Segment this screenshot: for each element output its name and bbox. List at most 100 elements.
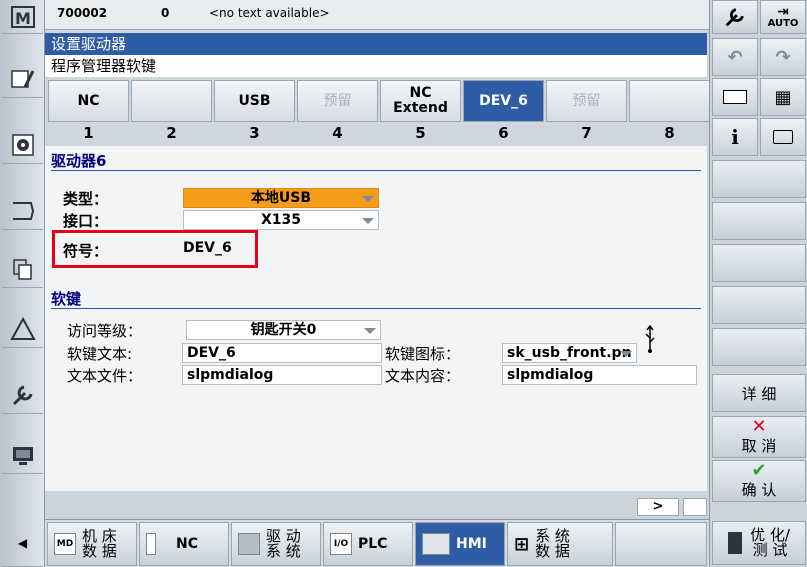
softkey-icon-select[interactable]: sk_usb_front.pn [502, 343, 637, 363]
ok-softkey[interactable]: ✔ 确 认 [712, 460, 806, 502]
machine-data-softkey[interactable]: MD 机 床 数 据 [47, 522, 137, 566]
machine-area-button[interactable]: M [2, 0, 43, 34]
machine-monitor-button[interactable] [2, 436, 43, 474]
status-message: <no text available> [209, 6, 330, 20]
access-select[interactable]: 钥匙开关0 [186, 320, 381, 340]
ok-label: 确 认 [741, 480, 777, 499]
chevron-down-icon [620, 351, 632, 357]
keyboard-button[interactable] [712, 78, 758, 116]
drive-button-2[interactable] [131, 80, 212, 122]
vertical-softkey-5[interactable] [712, 328, 806, 366]
undo-button[interactable]: ↶ [712, 38, 758, 76]
vertical-softkey-4[interactable] [712, 286, 806, 324]
text-content-label: 文本内容： [385, 367, 461, 385]
system-data-label: 系 统 数 据 [535, 527, 570, 560]
hmi-label: HMI [456, 536, 487, 552]
softkey-icon-value: sk_usb_front.pn [507, 345, 632, 361]
chevron-down-icon [362, 218, 374, 224]
back-button[interactable]: ◀ [2, 519, 43, 567]
startup-button[interactable] [2, 376, 43, 414]
parameter-area-button[interactable] [2, 60, 43, 98]
drive-system-label: 驱 动 系 统 [266, 527, 301, 560]
svg-text:M: M [15, 9, 31, 28]
drive-heading: 驱动器6 [51, 152, 107, 170]
heading-divider [51, 170, 701, 171]
wrench-softkey[interactable] [712, 0, 758, 34]
program-manager-button[interactable] [2, 192, 43, 230]
text-content-field[interactable]: slpmdialog [502, 365, 697, 385]
drive-button-3[interactable]: USB [214, 80, 295, 122]
wrench-icon [725, 8, 744, 27]
text-file-label: 文本文件： [67, 367, 143, 385]
usb-icon [643, 324, 657, 354]
drive-button-7[interactable]: 预留 [546, 80, 627, 122]
screenshot-button[interactable] [760, 118, 806, 156]
type-label: 类型： [63, 190, 109, 208]
drive-button-4[interactable]: 预留 [297, 80, 378, 122]
bracket-icon [12, 201, 34, 220]
horizontal-softkey-bar: MD 机 床 数 据 NC 驱 动 系 统 I/O PLC HMI ⊞ 系 统 … [45, 519, 709, 567]
highlight-marker [52, 230, 258, 268]
redo-icon: ↷ [775, 46, 791, 68]
cancel-softkey[interactable]: ✕ 取 消 [712, 416, 806, 458]
diagnosis-button[interactable] [2, 250, 43, 288]
type-select[interactable]: 本地USB [183, 188, 379, 208]
program-area-button[interactable] [2, 126, 43, 164]
nc-label: NC [176, 536, 198, 552]
nc-softkey[interactable]: NC [139, 522, 229, 566]
hmi-softkey[interactable]: HMI [415, 522, 505, 566]
md-icon: MD [54, 533, 76, 555]
drive-number-1: 1 [83, 124, 94, 142]
cancel-x-icon: ✕ [751, 415, 767, 437]
details-softkey[interactable]: 详 细 [712, 374, 806, 412]
calculator-button[interactable]: ▦ [760, 78, 806, 116]
softkey-text-label: 软键文本: [67, 345, 133, 363]
empty-softkey[interactable] [615, 522, 707, 566]
drive-number-7: 7 [581, 124, 592, 142]
softkey-text-field[interactable]: DEV_6 [182, 343, 382, 363]
info-icon: i [731, 125, 739, 149]
channel-number: 0 [161, 6, 170, 20]
camera-icon [773, 130, 793, 144]
nc-module-icon [146, 533, 156, 555]
interface-select[interactable]: X135 [183, 210, 379, 230]
arrow-right-icon: ⇥ [777, 3, 789, 20]
system-data-softkey[interactable]: ⊞ 系 统 数 据 [507, 522, 613, 566]
plc-module-icon: I/O [330, 533, 352, 555]
auto-mode-button[interactable]: ⇥ AUTO [760, 0, 806, 34]
program-number: 700002 [57, 6, 108, 20]
vertical-softkey-1[interactable] [712, 160, 806, 198]
page-title: 设置驱动器 [45, 33, 707, 55]
vertical-softkey-2[interactable] [712, 202, 806, 240]
checkmark-icon: ✔ [751, 459, 767, 481]
optimize-test-softkey[interactable]: 优 化/ 测 试 [712, 521, 806, 565]
hmi-screen-icon [422, 533, 450, 555]
keyboard-icon [723, 90, 747, 104]
softkey-scroll-strip: > [45, 491, 709, 519]
mode-label: AUTO [767, 17, 799, 29]
interface-label: 接口： [63, 212, 109, 230]
status-line: 700002 0 <no text available> [45, 0, 709, 30]
scroll-placeholder [683, 498, 707, 516]
alarm-button[interactable] [2, 310, 43, 348]
hmi-screen: M ◀ 700002 0 <no text available> 设置驱动器 程… [0, 0, 807, 567]
softkey-heading: 软键 [51, 290, 82, 308]
drive-button-1[interactable]: NC [48, 80, 129, 122]
access-value: 钥匙开关0 [250, 322, 317, 338]
drive-button-6[interactable]: DEV_6 [463, 80, 544, 122]
vertical-softkey-3[interactable] [712, 244, 806, 282]
drive-button-8[interactable] [629, 80, 710, 122]
next-page-button[interactable]: > [637, 498, 679, 516]
plc-softkey[interactable]: I/O PLC [323, 522, 413, 566]
triangle-icon [9, 316, 36, 340]
info-button[interactable]: i [712, 118, 758, 156]
drive-number-2: 2 [166, 124, 177, 142]
text-file-field[interactable]: slpmdialog [182, 365, 382, 385]
chevron-down-icon [362, 196, 374, 202]
drive-button-5[interactable]: NC Extend [380, 80, 461, 122]
plc-label: PLC [358, 536, 388, 552]
drive-system-softkey[interactable]: 驱 动 系 统 [231, 522, 321, 566]
redo-button[interactable]: ↷ [760, 38, 806, 76]
access-label: 访问等级： [67, 322, 143, 340]
optimize-label: 优 化/ 测 试 [750, 526, 790, 559]
